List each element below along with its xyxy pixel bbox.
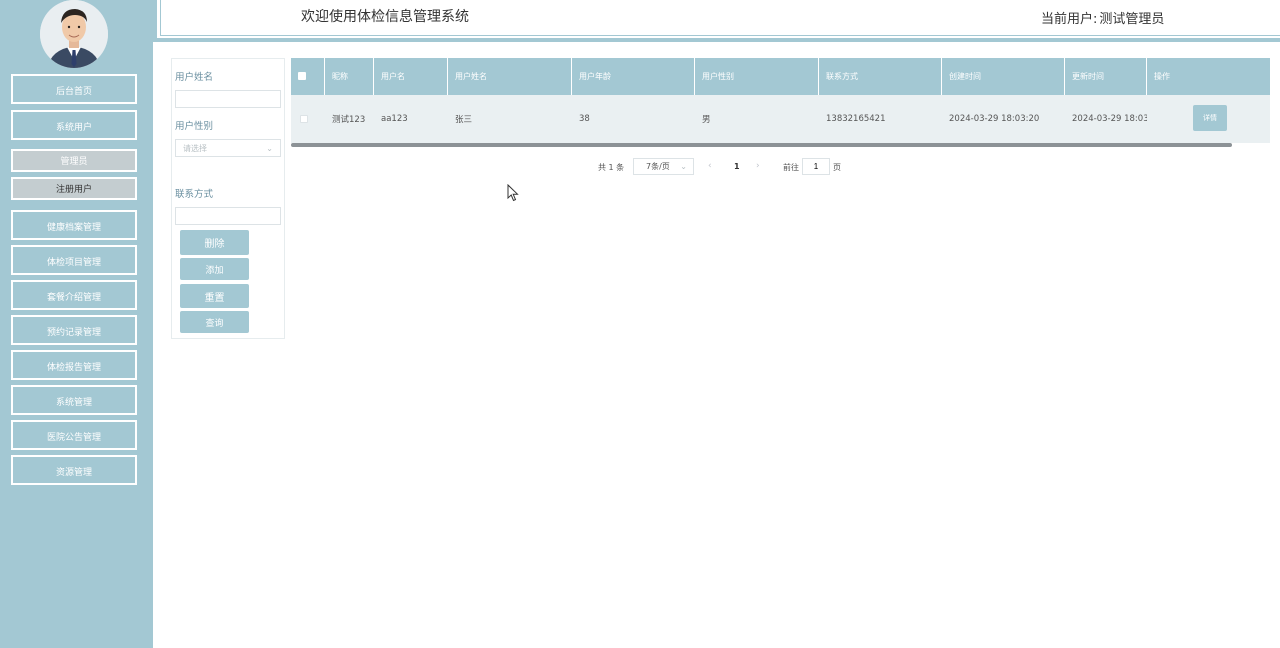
next-page-icon[interactable]: › xyxy=(756,161,760,171)
current-user: 当前用户: 测试管理员 xyxy=(1041,8,1164,27)
horizontal-scrollbar[interactable] xyxy=(291,143,1232,147)
page-size-value: 7条/页 xyxy=(646,162,670,171)
reset-button[interactable]: 重置 xyxy=(180,284,249,308)
cell-created: 2024-03-29 18:03:20 xyxy=(949,114,1040,124)
sidebar-item-exam-reports[interactable]: 体检报告管理 xyxy=(11,350,137,380)
goto-label: 前往 xyxy=(783,163,799,172)
header: 欢迎使用体检信息管理系统 当前用户: 测试管理员 xyxy=(153,0,1280,42)
gender-select[interactable]: 请选择 ⌄ xyxy=(175,139,281,157)
page-size-select[interactable]: 7条/页 ⌄ xyxy=(633,158,694,175)
name-input[interactable] xyxy=(175,90,281,108)
sidebar: 后台首页 系统用户 管理员 注册用户 健康档案管理 体检项目管理 套餐介绍管理 … xyxy=(0,0,153,648)
sidebar-item-label: 系统用户 xyxy=(55,123,92,133)
sidebar-item-label: 健康档案管理 xyxy=(46,223,101,233)
sidebar-item-resources[interactable]: 资源管理 xyxy=(11,455,137,485)
sidebar-subitem-registered-users[interactable]: 注册用户 xyxy=(11,177,137,200)
header-inner: 欢迎使用体检信息管理系统 当前用户: 测试管理员 xyxy=(160,0,1280,36)
gender-label: 用户性别 xyxy=(175,121,214,132)
gender-select-placeholder: 请选择 xyxy=(183,143,207,153)
chevron-down-icon: ⌄ xyxy=(680,162,687,171)
delete-button[interactable]: 删除 xyxy=(180,230,249,255)
sidebar-item-system-users[interactable]: 系统用户 xyxy=(11,110,137,140)
sidebar-item-label: 医院公告管理 xyxy=(46,433,101,443)
select-all-cell xyxy=(291,58,325,95)
sidebar-item-label: 预约记录管理 xyxy=(46,328,101,338)
column-header[interactable]: 创建时间 xyxy=(942,58,1065,95)
goto-page-input[interactable] xyxy=(802,158,830,175)
sidebar-item-exam-items[interactable]: 体检项目管理 xyxy=(11,245,137,275)
chevron-down-icon: ⌄ xyxy=(266,143,273,153)
column-header[interactable]: 联系方式 xyxy=(819,58,942,95)
page-number[interactable]: 1 xyxy=(734,162,740,171)
cell-real-name: 张三 xyxy=(455,115,473,125)
search-panel: 用户姓名 用户性别 请选择 ⌄ 联系方式 删除 添加 重置 查询 xyxy=(171,58,285,339)
sidebar-item-label: 后台首页 xyxy=(55,87,92,97)
goto-suffix: 页 xyxy=(833,163,841,172)
select-all-checkbox[interactable] xyxy=(298,72,306,80)
table-row: 测试123 aa123 张三 38 男 13832165421 2024-03-… xyxy=(291,95,1270,143)
sidebar-item-label: 资源管理 xyxy=(55,468,92,478)
data-table: 昵称 用户名 用户姓名 用户年龄 用户性别 联系方式 创建时间 更新时间 操作 … xyxy=(291,58,1270,148)
name-label: 用户姓名 xyxy=(175,72,214,83)
add-button[interactable]: 添加 xyxy=(180,258,249,280)
sidebar-item-packages[interactable]: 套餐介绍管理 xyxy=(11,280,137,310)
contact-label: 联系方式 xyxy=(175,189,214,200)
cell-contact: 13832165421 xyxy=(826,114,886,124)
cell-gender: 男 xyxy=(702,115,711,125)
current-user-name: 测试管理员 xyxy=(1099,12,1165,27)
sidebar-item-label: 体检报告管理 xyxy=(46,363,101,373)
avatar[interactable] xyxy=(40,0,108,68)
sidebar-item-label: 注册用户 xyxy=(55,185,92,195)
query-button[interactable]: 查询 xyxy=(180,311,249,333)
column-header[interactable]: 更新时间 xyxy=(1065,58,1147,95)
sidebar-item-label: 体检项目管理 xyxy=(46,258,101,268)
column-header[interactable]: 用户年龄 xyxy=(572,58,695,95)
contact-input[interactable] xyxy=(175,207,281,225)
sidebar-item-home[interactable]: 后台首页 xyxy=(11,74,137,104)
column-header[interactable]: 用户姓名 xyxy=(448,58,572,95)
sidebar-item-appointments[interactable]: 预约记录管理 xyxy=(11,315,137,345)
cell-nickname: 测试123 xyxy=(332,115,366,125)
column-header[interactable]: 用户性别 xyxy=(695,58,819,95)
cell-age: 38 xyxy=(579,114,590,124)
user-avatar-icon xyxy=(40,0,108,68)
column-header: 操作 xyxy=(1154,72,1170,81)
sidebar-subitem-admin[interactable]: 管理员 xyxy=(11,149,137,172)
sidebar-item-label: 系统管理 xyxy=(55,398,92,408)
page-title: 欢迎使用体检信息管理系统 xyxy=(301,9,469,25)
pagination-total: 共 1 条 xyxy=(598,163,625,172)
column-header[interactable]: 昵称 xyxy=(325,58,374,95)
row-checkbox[interactable] xyxy=(300,115,308,123)
sidebar-item-system-management[interactable]: 系统管理 xyxy=(11,385,137,415)
detail-button[interactable]: 详情 xyxy=(1193,105,1227,131)
sidebar-item-health-records[interactable]: 健康档案管理 xyxy=(11,210,137,240)
sidebar-item-label: 管理员 xyxy=(60,157,88,167)
sidebar-item-label: 套餐介绍管理 xyxy=(46,293,101,303)
column-header[interactable]: 用户名 xyxy=(374,58,448,95)
current-user-label: 当前用户: xyxy=(1041,12,1098,27)
mouse-pointer-icon xyxy=(507,183,519,206)
table-header: 昵称 用户名 用户姓名 用户年龄 用户性别 联系方式 创建时间 更新时间 操作 xyxy=(291,58,1270,95)
prev-page-icon[interactable]: ‹ xyxy=(708,161,712,171)
sidebar-item-hospital-notices[interactable]: 医院公告管理 xyxy=(11,420,137,450)
cell-username: aa123 xyxy=(381,114,408,124)
cell-updated: 2024-03-29 18:03:20 xyxy=(1072,114,1147,124)
